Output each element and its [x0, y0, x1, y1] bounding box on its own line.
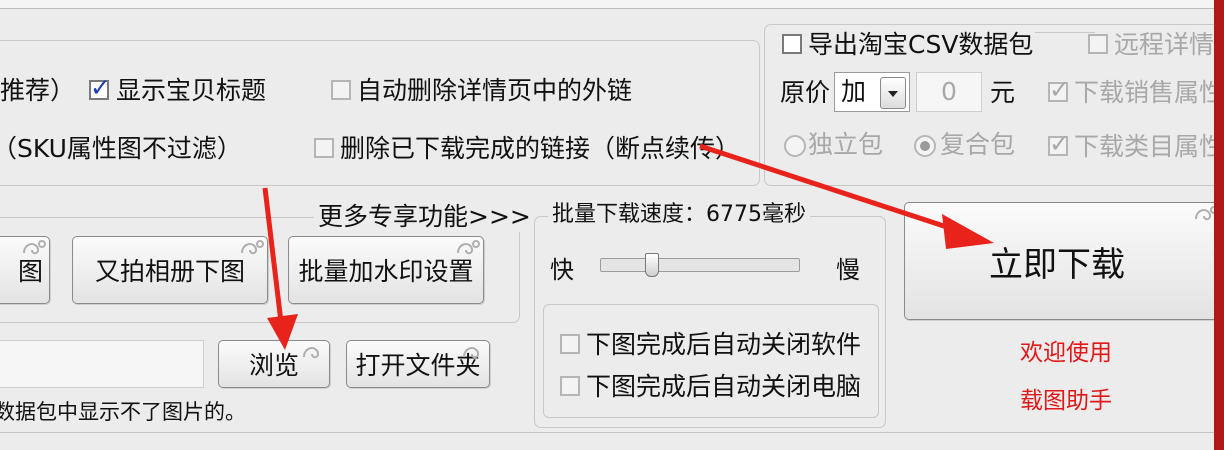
delete-downloaded-label: 删除已下载完成的链接（断点续传）: [340, 134, 741, 163]
swirl-icon: [23, 240, 46, 255]
independent-package-label: 独立包: [808, 130, 884, 159]
download-category-attr-checkbox[interactable]: ✓: [1048, 129, 1070, 158]
batch-watermark-button[interactable]: 批量加水印设置: [288, 236, 484, 304]
price-value: 0: [941, 77, 957, 106]
delete-downloaded-checkbox[interactable]: [314, 138, 334, 158]
speed-slider-thumb[interactable]: [645, 253, 660, 277]
save-path-input[interactable]: [0, 340, 204, 388]
show-title-checkbox[interactable]: ✓: [89, 73, 111, 102]
swirl-icon: [303, 347, 320, 359]
price-op-select[interactable]: 加: [834, 72, 910, 112]
welcome-line1: 欢迎使用: [1020, 340, 1112, 366]
youpai-album-download-label: 又拍相册下图: [94, 257, 245, 286]
swirl-icon: [457, 240, 480, 255]
check-icon: ✓: [1049, 75, 1070, 104]
youpai-album-download-button[interactable]: 又拍相册下图: [72, 236, 268, 304]
check-icon: ✓: [1049, 129, 1070, 158]
check-icon: ✓: [90, 73, 111, 102]
price-value-input[interactable]: 0: [916, 72, 982, 112]
batch-watermark-label: 批量加水印设置: [298, 257, 474, 286]
auto-close-computer-label: 下图完成后自动关闭电脑: [586, 372, 862, 401]
partial-download-button[interactable]: 图: [0, 236, 50, 304]
independent-package-radio[interactable]: [784, 135, 806, 157]
auto-close-software-label: 下图完成后自动关闭软件: [586, 330, 862, 359]
browse-button[interactable]: 浏览: [218, 340, 330, 388]
window-right-edge: [1214, 0, 1224, 450]
remote-detail-checkbox[interactable]: [1088, 34, 1108, 54]
download-sales-attr-checkbox[interactable]: ✓: [1048, 75, 1070, 104]
remote-detail-label: 远程详情: [1114, 30, 1215, 59]
download-sales-attr-label: 下载销售属性: [1074, 78, 1224, 107]
welcome-line2: 载图助手: [1020, 388, 1112, 414]
auto-delete-links-label: 自动删除详情页中的外链: [357, 76, 633, 105]
download-category-attr-label: 下载类目属性: [1074, 132, 1224, 161]
speed-slider-track[interactable]: [600, 258, 800, 272]
chevron-down-icon: [888, 91, 898, 97]
compound-package-label: 复合包: [940, 130, 1016, 159]
original-price-label: 原价: [780, 78, 831, 107]
recommend-label: 推荐）: [0, 76, 76, 105]
slow-label: 慢: [836, 256, 860, 284]
compound-package-radio[interactable]: [914, 135, 936, 157]
swirl-icon: [463, 347, 480, 359]
swirl-icon: [241, 240, 264, 255]
auto-delete-links-checkbox[interactable]: [331, 80, 351, 100]
package-note: 数据包中显示不了图片的。: [0, 400, 246, 424]
speed-title: 批量下载速度：6775毫秒: [548, 200, 810, 230]
export-group-divider: [1035, 32, 1095, 33]
export-csv-label: 导出淘宝CSV数据包: [808, 30, 1034, 59]
download-now-label: 立即下载: [989, 244, 1125, 285]
download-now-button[interactable]: 立即下载: [904, 202, 1222, 320]
fast-label: 快: [550, 256, 574, 284]
options-group: [0, 40, 760, 186]
browse-label: 浏览: [248, 351, 299, 380]
top-edge: [0, 0, 1224, 9]
export-csv-checkbox[interactable]: [782, 34, 802, 54]
price-op-value: 加: [841, 77, 867, 106]
price-unit-label: 元: [990, 78, 1016, 107]
sku-filter-label: （SKU属性图不过滤）: [0, 134, 242, 163]
dropdown-button[interactable]: [880, 77, 906, 109]
functions-group-title: 更多专享功能>>>: [314, 202, 535, 232]
bottom-divider: [0, 432, 1214, 433]
auto-close-software-checkbox[interactable]: [560, 334, 580, 354]
open-folder-button[interactable]: 打开文件夹: [346, 340, 490, 388]
auto-close-computer-checkbox[interactable]: [560, 376, 580, 396]
show-title-label: 显示宝贝标题: [116, 76, 267, 105]
